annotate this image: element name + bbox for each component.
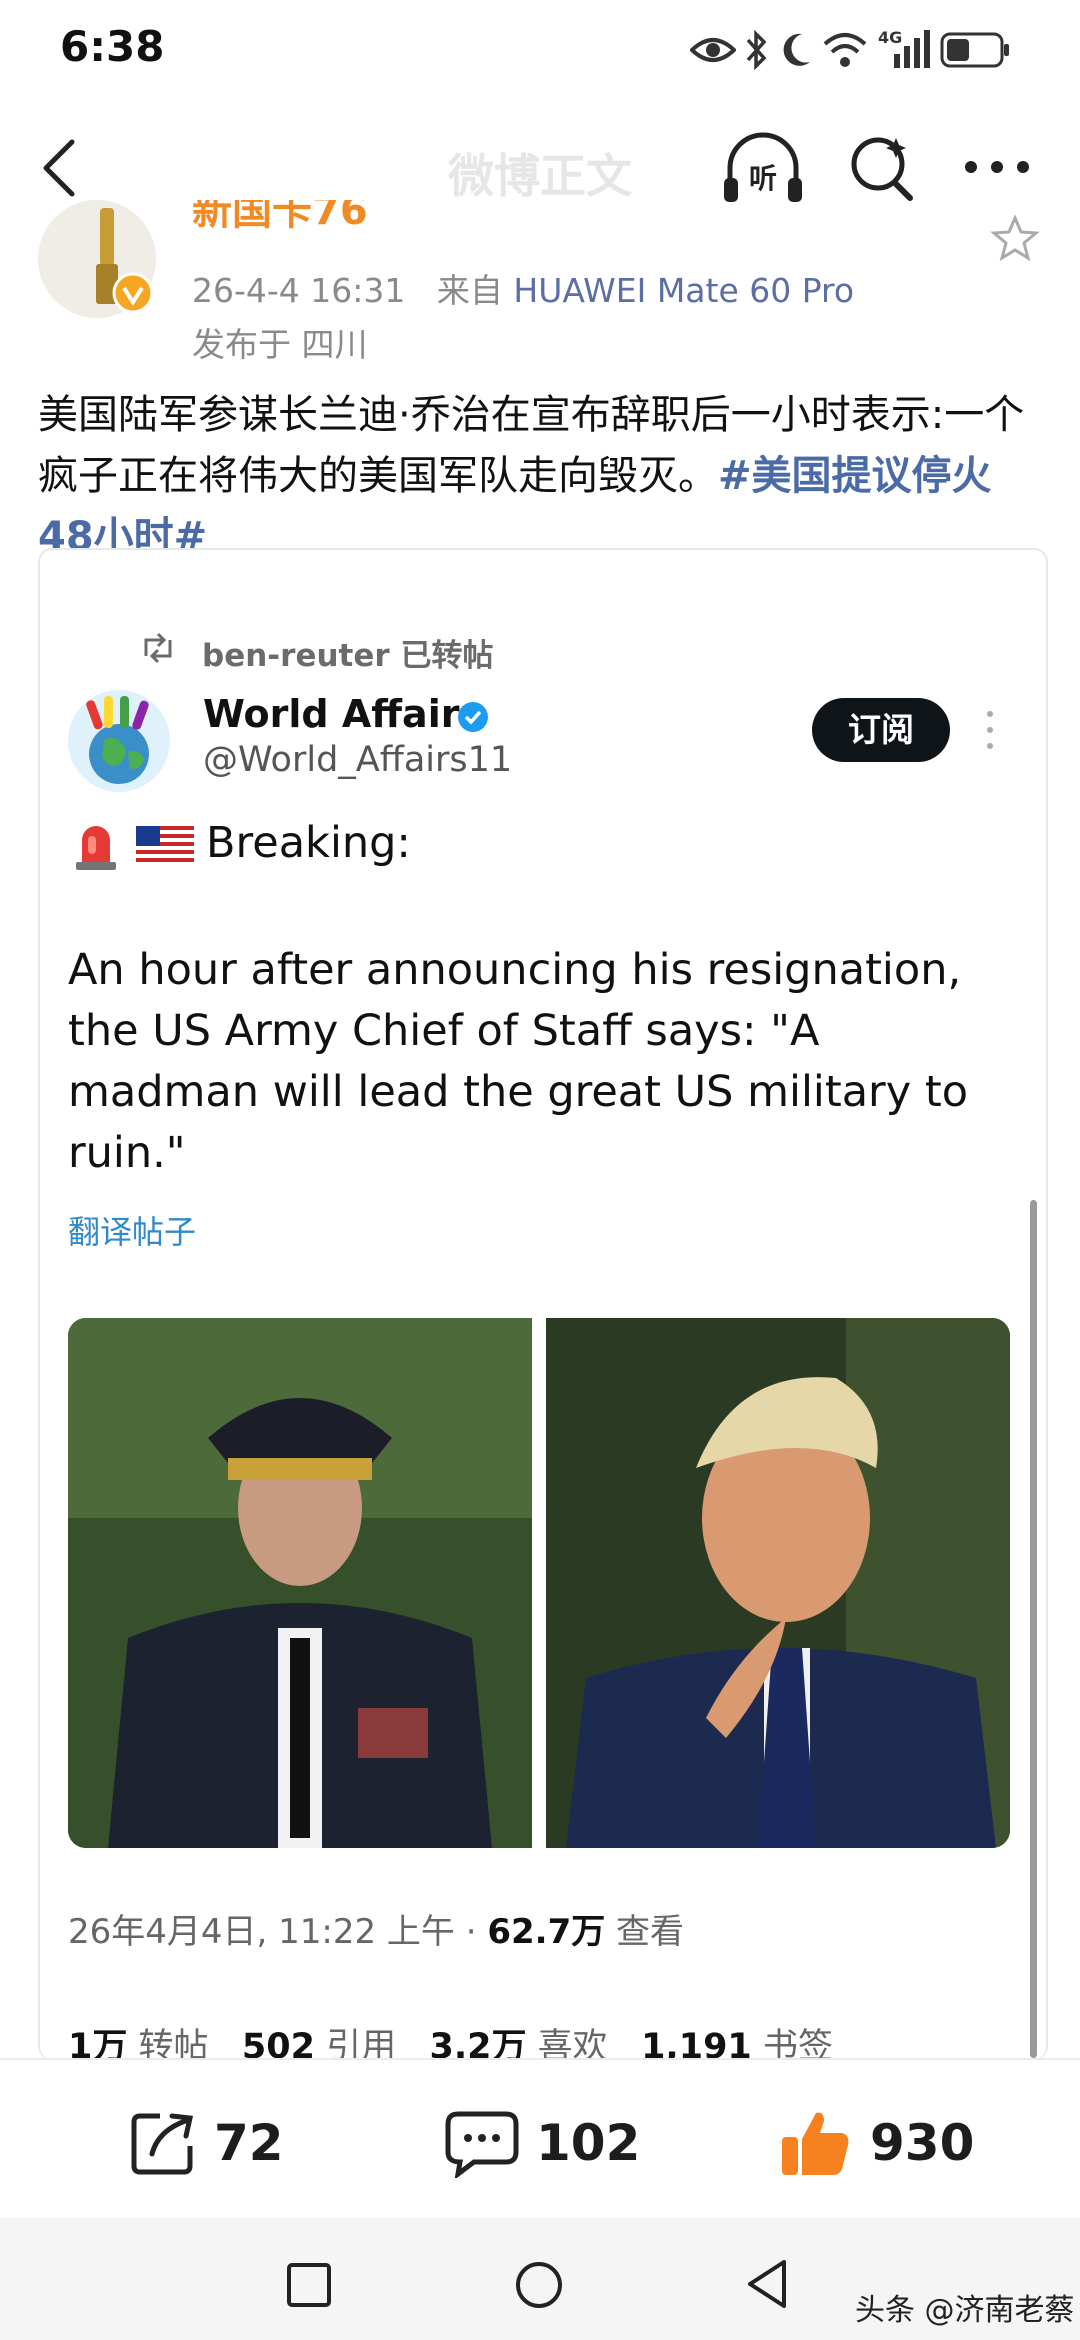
stat-likes-value[interactable]: 3.2万 xyxy=(430,2027,527,2058)
comment-icon xyxy=(445,2111,519,2178)
tweet-photo-general[interactable] xyxy=(68,1318,532,1848)
eye-icon xyxy=(690,38,736,62)
comment-count: 102 xyxy=(536,2114,641,2172)
globe-hands-logo xyxy=(86,696,149,784)
moon-icon xyxy=(783,33,810,66)
tweet-body: An hour after announcing his resignation… xyxy=(68,945,969,1178)
listen-headphones-icon[interactable]: 听 xyxy=(720,128,806,208)
stat-bookmarks-value[interactable]: 1,191 xyxy=(641,2027,752,2058)
tweet-breaking-label: Breaking: xyxy=(206,818,411,868)
tweet-display-name[interactable]: World Affairs xyxy=(203,692,482,736)
author-name[interactable]: 新国卡76 xyxy=(192,200,622,242)
president-photo-art xyxy=(546,1318,1010,1848)
comment-button[interactable]: 102 xyxy=(444,2108,640,2178)
retweet-by: ben-reuter 已转帖 xyxy=(202,638,494,674)
post-text: 美国陆军参谋长兰迪·乔治在宣布辞职后一小时表示:一个疯子正在将伟大的美国军队走向… xyxy=(38,385,1038,568)
back-nav-icon[interactable] xyxy=(744,2258,790,2310)
tweet-handle[interactable]: @World_Affairs11 xyxy=(203,740,512,780)
verified-badge-icon xyxy=(112,272,154,314)
status-bar: 6:38 4G xyxy=(0,0,1080,100)
subscribe-button[interactable]: 订阅 xyxy=(812,698,950,762)
stat-bookmarks-label: 书签 xyxy=(762,2027,833,2058)
bluetooth-icon xyxy=(746,29,767,71)
share-icon xyxy=(131,2113,194,2175)
tweet-views-label: 查看 xyxy=(605,1912,685,1952)
post-source-prefix: 来自 xyxy=(436,271,503,310)
thumbs-up-icon xyxy=(782,2112,849,2175)
stat-retweets-label: 转帖 xyxy=(138,2027,209,2058)
svg-text:听: 听 xyxy=(749,162,777,195)
signal-icon xyxy=(894,30,930,68)
post-timestamp: 26-4-4 16:31 xyxy=(192,271,406,310)
home-icon[interactable] xyxy=(514,2260,564,2310)
stat-quotes-value[interactable]: 502 xyxy=(242,2027,315,2058)
us-flag-emoji-icon xyxy=(136,826,194,866)
verified-checkmark-icon xyxy=(458,702,488,732)
share-count: 72 xyxy=(214,2114,284,2172)
tweet-views-value: 62.7万 xyxy=(487,1912,606,1952)
like-button[interactable]: 930 xyxy=(778,2108,974,2178)
tweet-photo-president[interactable] xyxy=(546,1318,1010,1848)
general-photo-art xyxy=(68,1318,532,1848)
battery-icon xyxy=(940,32,1009,68)
author-name-text: 新国卡76 xyxy=(192,200,368,234)
share-button[interactable]: 72 xyxy=(128,2108,284,2178)
siren-emoji-icon xyxy=(76,826,116,870)
status-time: 6:38 xyxy=(60,22,165,71)
search-icon[interactable] xyxy=(848,132,916,204)
tweet-timestamp: 26年4月4日, 11:22 上午 · xyxy=(68,1912,488,1952)
like-count: 930 xyxy=(870,2114,975,2172)
post-device[interactable]: HUAWEI Mate 60 Pro xyxy=(513,271,854,310)
translate-post-link[interactable]: 翻译帖子 xyxy=(68,1207,196,1253)
post-meta: 26-4-4 16:31 来自 HUAWEI Mate 60 Pro xyxy=(192,264,854,312)
post-location: 发布于 四川 xyxy=(192,325,368,364)
favorite-star-icon[interactable] xyxy=(990,214,1040,264)
wifi-icon xyxy=(823,33,867,67)
tweet-stats: 1万 转帖 502 引用 3.2万 喜欢 1,191 书签 xyxy=(68,2018,833,2058)
tweet-time: 26年4月4日, 11:22 上午 · 62.7万 查看 xyxy=(68,1904,684,1953)
recent-apps-icon[interactable] xyxy=(286,2262,332,2308)
scrollbar[interactable] xyxy=(1030,1200,1037,2058)
action-bar: 72 102 930 xyxy=(0,2058,1080,2220)
more-options-icon[interactable] xyxy=(962,158,1032,176)
stat-quotes-label: 引用 xyxy=(326,2027,397,2058)
retweet-icon xyxy=(144,632,172,664)
tweet-avatar[interactable] xyxy=(68,690,170,792)
tweet-more-icon[interactable] xyxy=(985,708,995,752)
stat-retweets-value[interactable]: 1万 xyxy=(68,2027,127,2058)
stat-likes-label: 喜欢 xyxy=(537,2027,608,2058)
page-title: 微博正文 xyxy=(448,149,632,203)
watermark: 头条 @济南老蔡 xyxy=(855,2293,1075,2328)
